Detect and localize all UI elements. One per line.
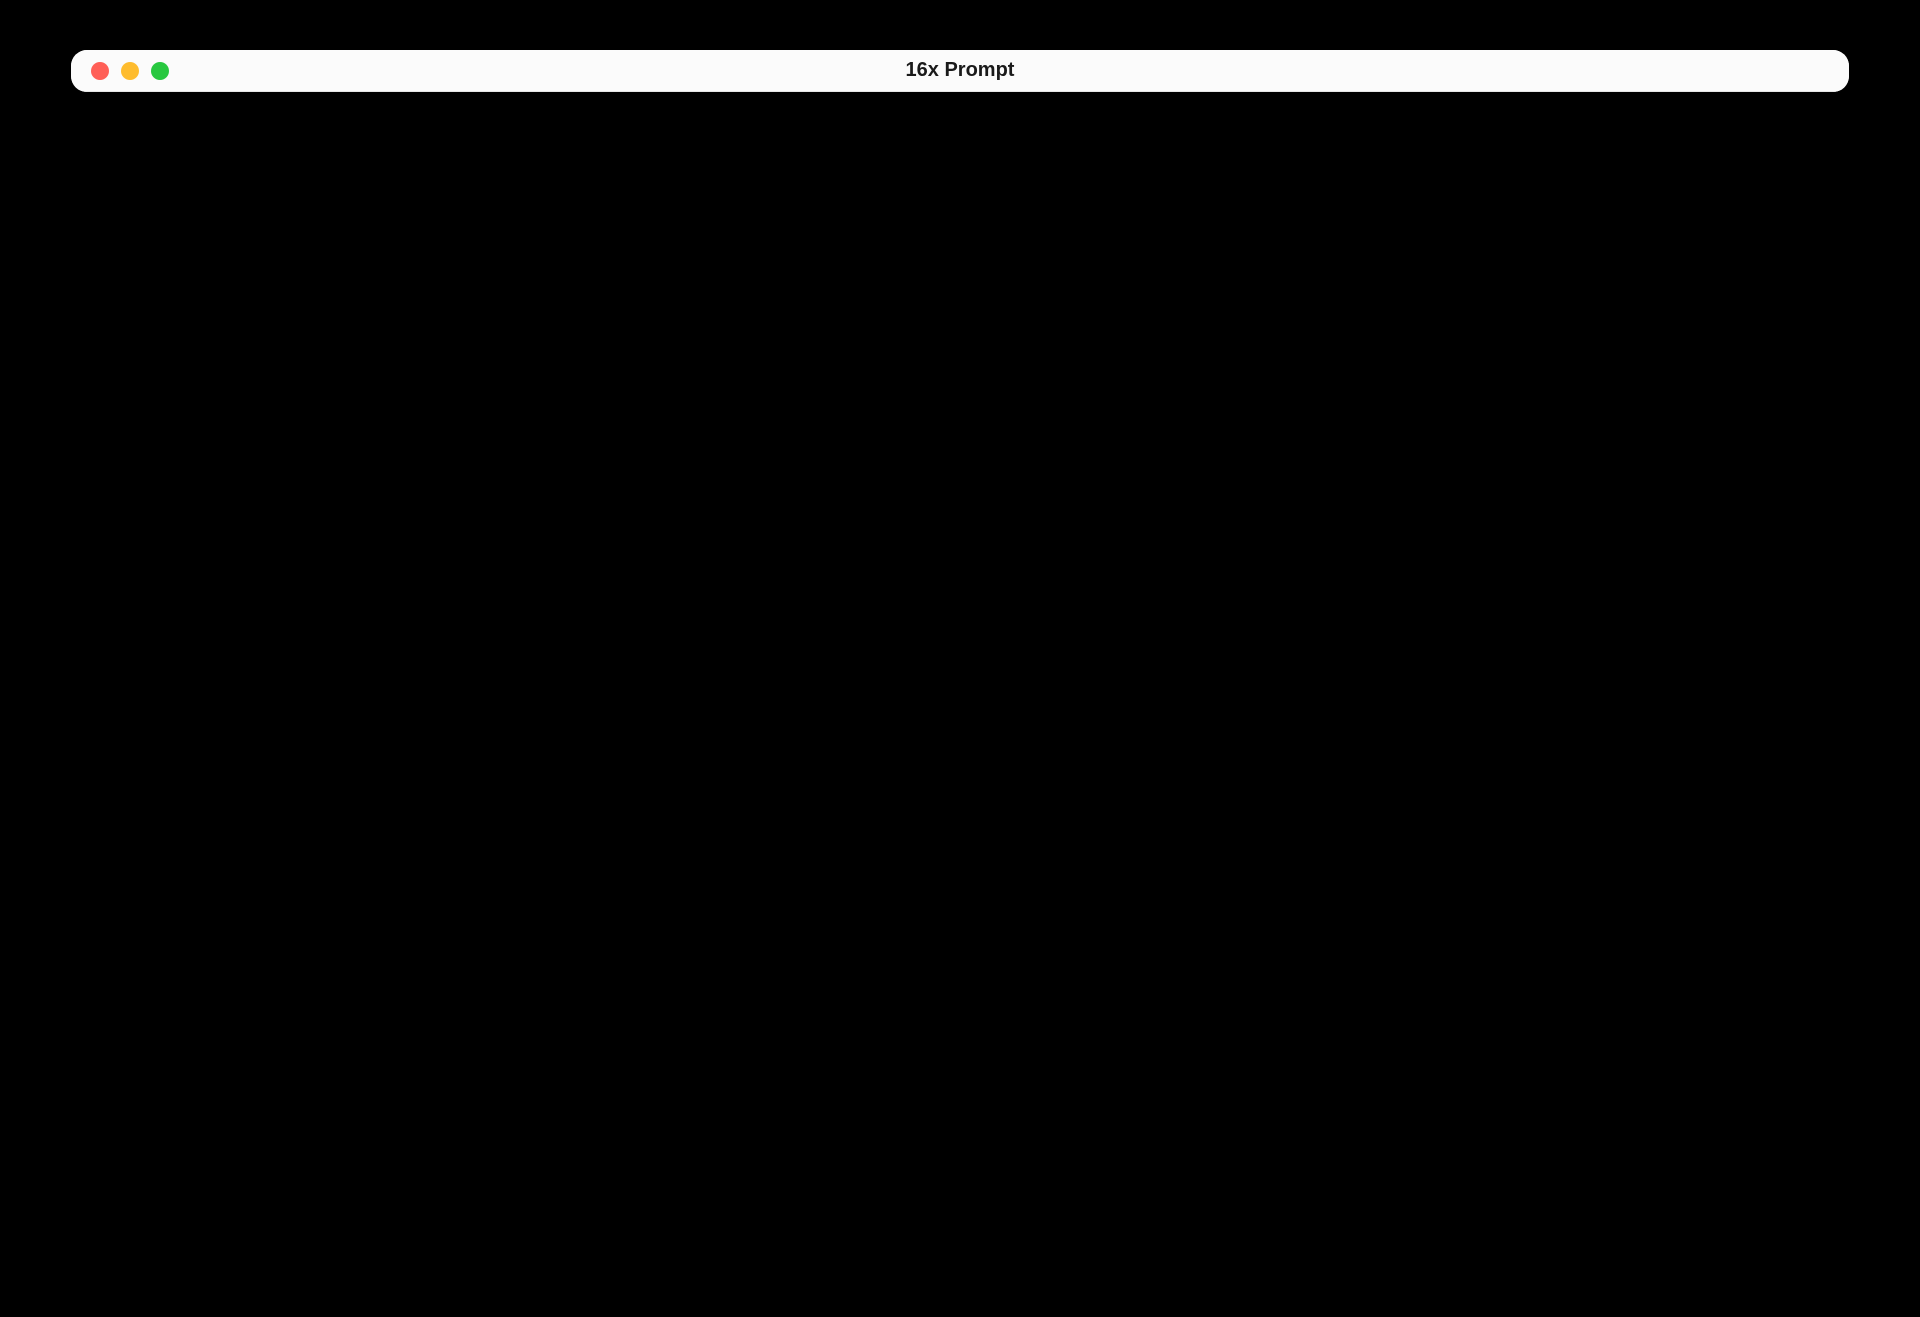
app-window: 16x Prompt 16x Prompt v0.0.61 Tasks Fea … <box>71 50 1849 92</box>
titlebar: 16x Prompt <box>71 50 1849 92</box>
window-title: 16x Prompt <box>71 59 1849 82</box>
